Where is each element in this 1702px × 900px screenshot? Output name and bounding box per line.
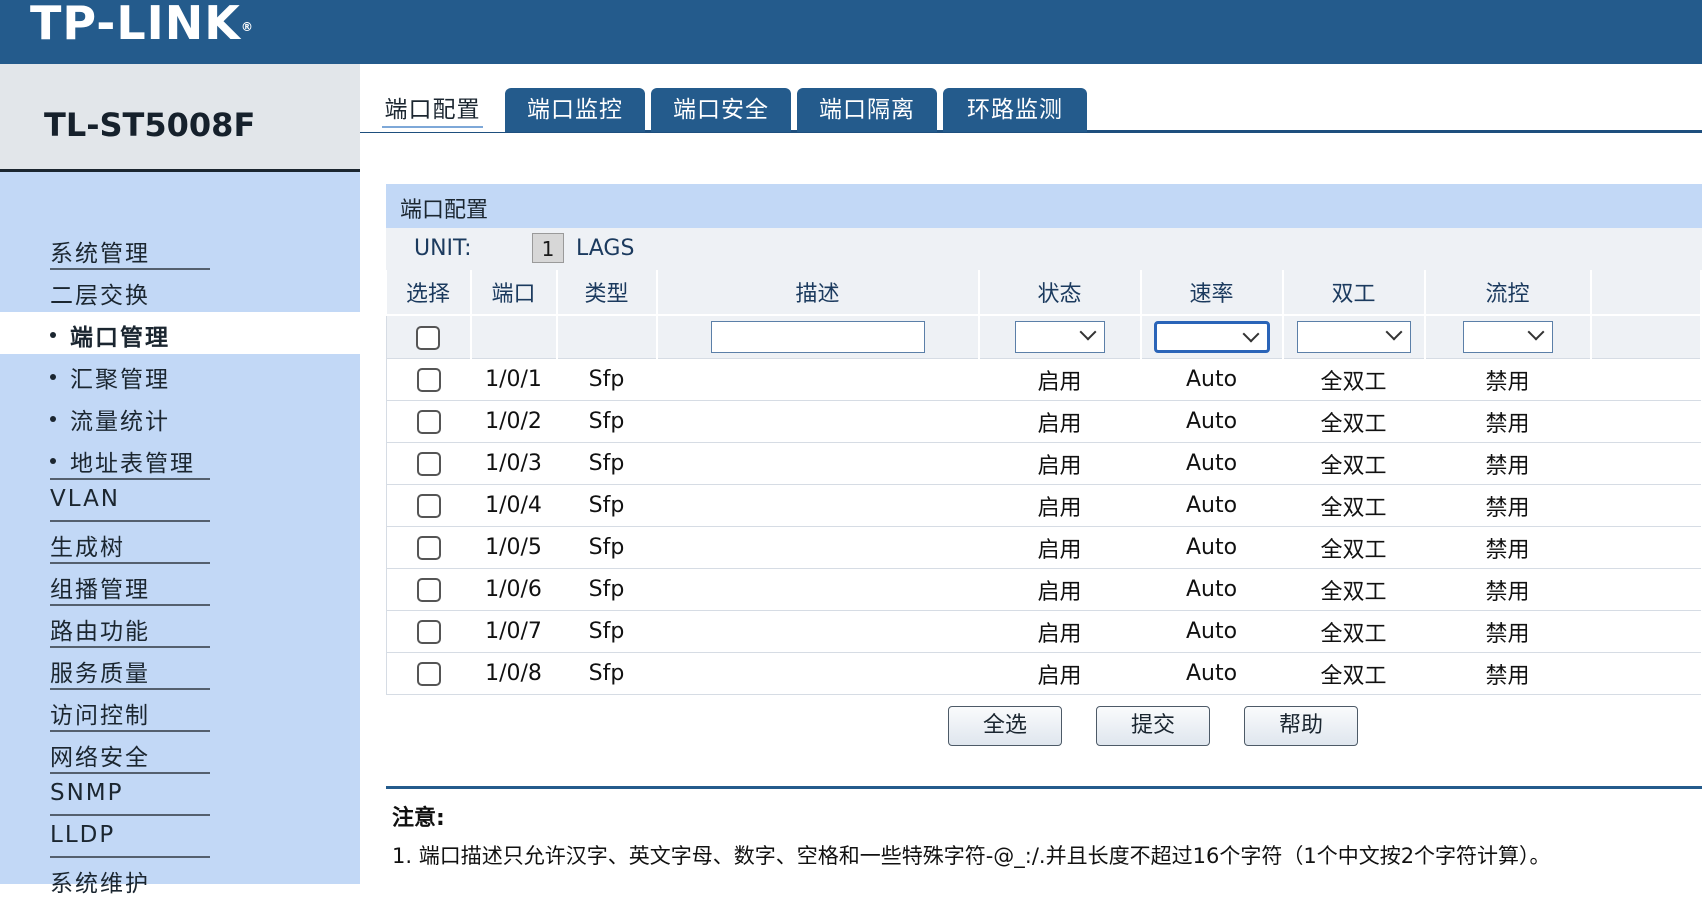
sidebar-item-spanning-tree[interactable]: 生成树 xyxy=(0,522,360,564)
filter-row xyxy=(386,315,1702,359)
bullet-icon xyxy=(50,458,56,464)
duplex-select[interactable] xyxy=(1296,321,1411,353)
port-config-table: 选择 端口 类型 描述 状态 速率 双工 流控 1/0/1 Sfp 启用 Auto … xyxy=(386,270,1702,695)
table-row: 1/0/3 Sfp 启用 Auto 全双工 禁用 xyxy=(386,442,1701,485)
sidebar-item-address-table[interactable]: 地址表管理 xyxy=(0,438,360,480)
table-row: 1/0/4 Sfp 启用 Auto 全双工 禁用 xyxy=(386,484,1701,527)
sidebar-item-snmp[interactable]: SNMP xyxy=(0,774,360,816)
sidebar-menu: 系统管理 二层交换 端口管理 汇聚管理 流量统计 地址表管理 VLAN 生成树 … xyxy=(0,228,360,900)
tab-port-isolation[interactable]: 端口隔离 xyxy=(797,88,937,132)
chevron-down-icon xyxy=(1242,325,1259,343)
lags-link[interactable]: LAGS xyxy=(576,236,634,261)
device-model-box: TL-ST5008F xyxy=(0,64,360,172)
table-row: 1/0/1 Sfp 启用 Auto 全双工 禁用 xyxy=(386,358,1701,401)
unit-1-button[interactable]: 1 xyxy=(532,233,564,263)
flow-control-select[interactable] xyxy=(1462,321,1553,353)
table-row: 1/0/6 Sfp 启用 Auto 全双工 禁用 xyxy=(386,568,1701,611)
sidebar-item-maintenance[interactable]: 系统维护 xyxy=(0,858,360,900)
header-flow-control: 流控 xyxy=(1424,270,1592,316)
header-duplex: 双工 xyxy=(1282,270,1426,316)
table-header-row: 选择 端口 类型 描述 状态 速率 双工 流控 xyxy=(386,270,1702,316)
row-checkbox[interactable] xyxy=(416,368,441,392)
help-button[interactable]: 帮助 xyxy=(1244,706,1358,746)
row-checkbox[interactable] xyxy=(416,410,441,434)
row-checkbox[interactable] xyxy=(416,494,441,518)
header-type: 类型 xyxy=(556,270,658,316)
select-all-button[interactable]: 全选 xyxy=(948,706,1062,746)
row-checkbox[interactable] xyxy=(416,536,441,560)
sidebar-item-port-management[interactable]: 端口管理 xyxy=(0,312,360,354)
sidebar-item-system[interactable]: 系统管理 xyxy=(0,228,360,270)
sidebar-item-lldp[interactable]: LLDP xyxy=(0,816,360,858)
header-port: 端口 xyxy=(470,270,558,316)
header-description: 描述 xyxy=(656,270,980,316)
sidebar-item-qos[interactable]: 服务质量 xyxy=(0,648,360,690)
device-model: TL-ST5008F xyxy=(44,106,256,144)
chevron-down-icon xyxy=(1385,323,1402,341)
table-row: 1/0/5 Sfp 启用 Auto 全双工 禁用 xyxy=(386,526,1701,569)
description-input[interactable] xyxy=(710,321,925,353)
table-row: 1/0/2 Sfp 启用 Auto 全双工 禁用 xyxy=(386,400,1701,443)
status-select[interactable] xyxy=(1014,321,1105,353)
panel-title-bar: 端口配置 xyxy=(386,184,1702,228)
sidebar-item-acl[interactable]: 访问控制 xyxy=(0,690,360,732)
row-checkbox[interactable] xyxy=(416,578,441,602)
speed-select[interactable] xyxy=(1153,321,1270,353)
note-text: 1. 端口描述只允许汉字、英文字母、数字、空格和一些特殊字符-@_:/.并且长度… xyxy=(392,844,1551,868)
sidebar-item-traffic-stats[interactable]: 流量统计 xyxy=(0,396,360,438)
row-checkbox[interactable] xyxy=(416,662,441,686)
sidebar-item-routing[interactable]: 路由功能 xyxy=(0,606,360,648)
select-all-checkbox[interactable] xyxy=(416,325,441,350)
unit-label: UNIT: xyxy=(414,236,472,261)
bullet-icon xyxy=(50,374,56,380)
tp-link-logo: TP-LINK® xyxy=(30,0,254,50)
row-checkbox[interactable] xyxy=(416,452,441,476)
unit-row: UNIT: 1 LAGS xyxy=(386,228,1702,270)
table-row: 1/0/7 Sfp 启用 Auto 全双工 禁用 xyxy=(386,610,1701,653)
sidebar-item-vlan[interactable]: VLAN xyxy=(0,480,360,522)
note-divider xyxy=(386,786,1702,789)
chevron-down-icon xyxy=(1079,323,1096,341)
sidebar-item-lag[interactable]: 汇聚管理 xyxy=(0,354,360,396)
row-checkbox[interactable] xyxy=(416,620,441,644)
header-status: 状态 xyxy=(978,270,1142,316)
header-bar: TP-LINK® xyxy=(0,0,1702,64)
header-speed: 速率 xyxy=(1140,270,1284,316)
tab-port-security[interactable]: 端口安全 xyxy=(651,88,791,132)
note-title: 注意: xyxy=(392,806,445,831)
header-select: 选择 xyxy=(386,270,472,316)
sidebar-item-network-security[interactable]: 网络安全 xyxy=(0,732,360,774)
bullet-icon xyxy=(50,416,56,422)
bullet-icon xyxy=(50,332,56,338)
tab-port-monitor[interactable]: 端口监控 xyxy=(505,88,645,132)
sidebar-item-multicast[interactable]: 组播管理 xyxy=(0,564,360,606)
sidebar-item-l2-switching[interactable]: 二层交换 xyxy=(0,270,360,312)
tab-loop-detection[interactable]: 环路监测 xyxy=(943,88,1087,132)
submit-button[interactable]: 提交 xyxy=(1096,706,1210,746)
sidebar: 系统管理 二层交换 端口管理 汇聚管理 流量统计 地址表管理 VLAN 生成树 … xyxy=(0,172,360,897)
tab-port-config[interactable]: 端口配置 xyxy=(360,88,505,132)
panel-title: 端口配置 xyxy=(400,198,489,223)
table-row: 1/0/8 Sfp 启用 Auto 全双工 禁用 xyxy=(386,652,1701,695)
chevron-down-icon xyxy=(1527,323,1544,341)
